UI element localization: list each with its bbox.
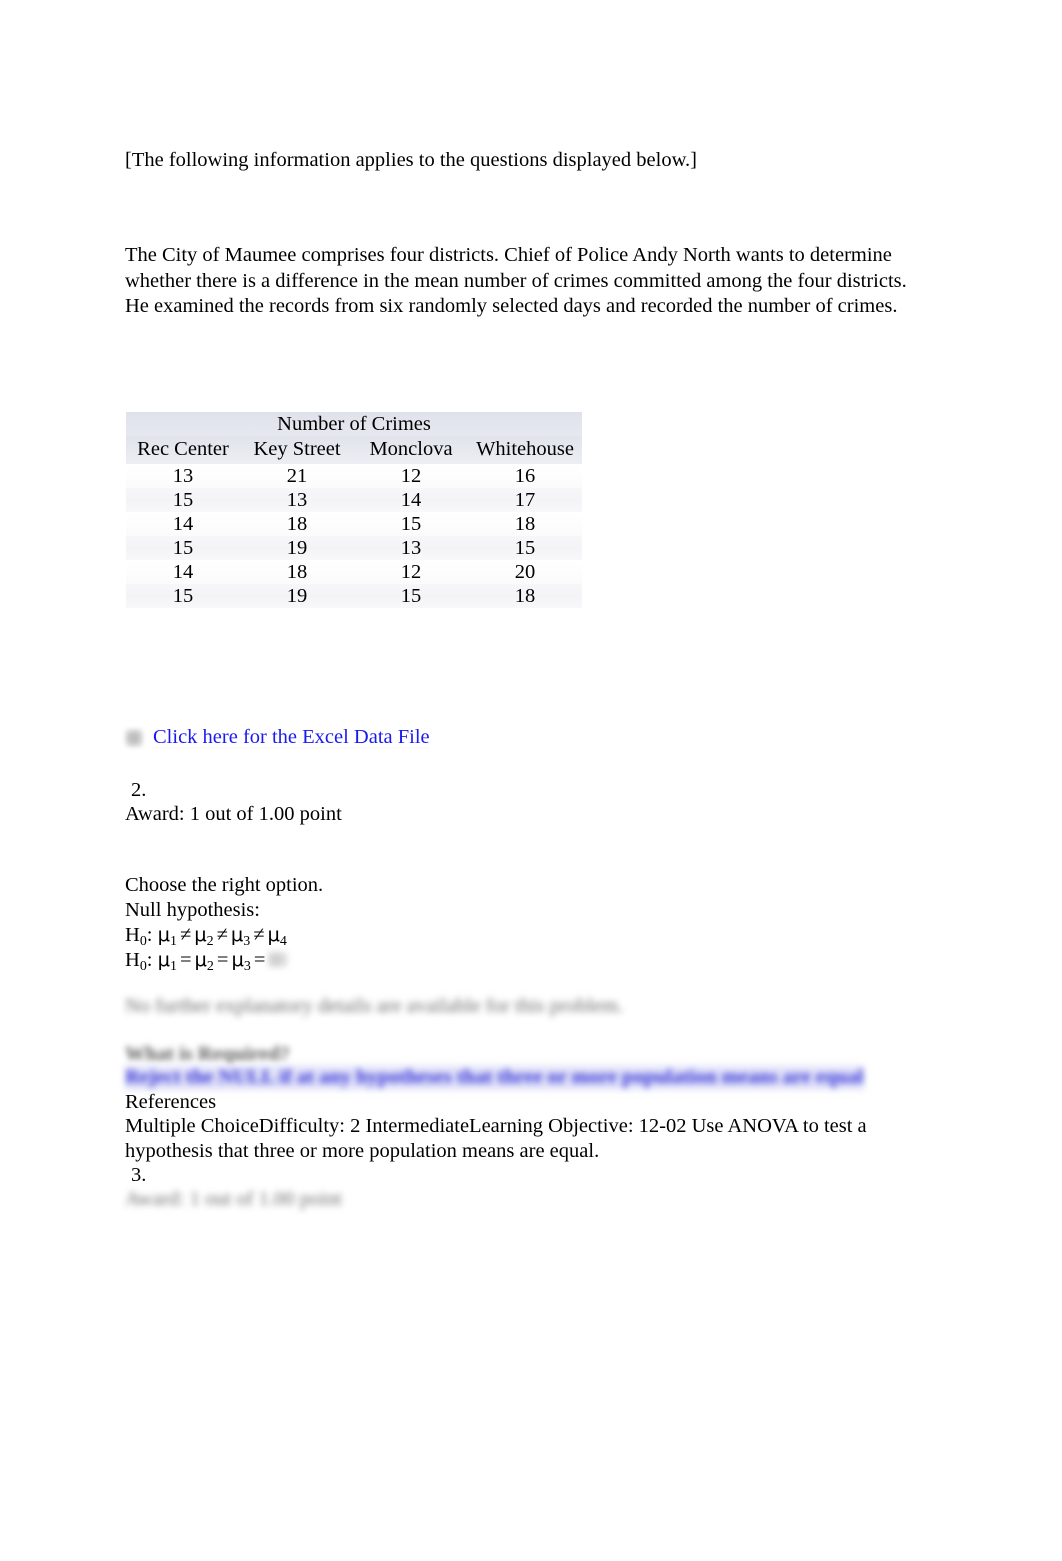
column-header-whitehouse: Whitehouse bbox=[468, 436, 583, 464]
cell: 15 bbox=[126, 584, 240, 608]
table-super-header-row: Number of Crimes bbox=[126, 412, 583, 436]
cell: 13 bbox=[126, 464, 240, 488]
operator-neq: ≠ bbox=[253, 924, 265, 946]
cell: 18 bbox=[240, 512, 354, 536]
operator-neq: ≠ bbox=[216, 924, 228, 946]
excel-data-file-link[interactable]: Click here for the Excel Data File bbox=[153, 726, 430, 749]
cell: 21 bbox=[240, 464, 354, 488]
crimes-table: Number of Crimes Rec Center Key Street M… bbox=[126, 412, 583, 608]
cell: 14 bbox=[126, 512, 240, 536]
cell: 14 bbox=[354, 488, 468, 512]
cell: 18 bbox=[468, 512, 583, 536]
mu-1: μ bbox=[157, 923, 170, 946]
scenario-paragraph: The City of Maumee comprises four distri… bbox=[125, 243, 943, 320]
column-header-rec-center: Rec Center bbox=[126, 436, 240, 464]
cell: 18 bbox=[468, 584, 583, 608]
mu-1-sub: 1 bbox=[170, 958, 177, 974]
cell: 13 bbox=[240, 488, 354, 512]
hypothesis-2-sub: 0 bbox=[139, 958, 147, 974]
operator-eq: = bbox=[253, 949, 266, 971]
hypothesis-1-colon: : bbox=[146, 924, 153, 946]
table-row: 15 13 14 17 bbox=[126, 488, 583, 512]
cell: 19 bbox=[240, 584, 354, 608]
cell: 13 bbox=[354, 536, 468, 560]
cell: 14 bbox=[126, 560, 240, 584]
scenario-line-2: whether there is a difference in the mea… bbox=[125, 269, 907, 292]
cell: 19 bbox=[240, 536, 354, 560]
redacted-mu-4 bbox=[268, 951, 289, 968]
requirement-heading-blurred: What is Required? bbox=[125, 1043, 290, 1065]
cell: 15 bbox=[126, 536, 240, 560]
table-row: 15 19 15 18 bbox=[126, 584, 583, 608]
mu-3: μ bbox=[231, 948, 244, 971]
operator-eq: = bbox=[179, 949, 192, 971]
mu-3-sub: 3 bbox=[243, 958, 251, 974]
reference-metadata: Multiple ChoiceDifficulty: 2 Intermediat… bbox=[125, 1115, 867, 1162]
column-header-monclova: Monclova bbox=[354, 436, 468, 464]
table-super-header: Number of Crimes bbox=[126, 412, 583, 436]
explanation-text-blurred: No further explanatory details are avail… bbox=[125, 995, 624, 1017]
table-row: 14 18 12 20 bbox=[126, 560, 583, 584]
cell: 15 bbox=[354, 584, 468, 608]
table-row: 15 19 13 15 bbox=[126, 536, 583, 560]
mu-3: μ bbox=[230, 923, 244, 946]
cell: 15 bbox=[126, 488, 240, 512]
document-page: [The following information applies to th… bbox=[0, 0, 1062, 1561]
question-3-award-blurred: Award: 1 out of 1.00 point bbox=[125, 1188, 342, 1210]
scenario-line-1: The City of Maumee comprises four distri… bbox=[125, 244, 892, 266]
cell: 18 bbox=[240, 560, 354, 584]
cell: 16 bbox=[468, 464, 583, 488]
mu-2: μ bbox=[194, 948, 207, 971]
cell: 12 bbox=[354, 464, 468, 488]
excel-data-file-row[interactable]: Click here for the Excel Data File bbox=[125, 726, 430, 749]
selected-answer-blurred[interactable]: Reject the NULL if at any hypotheses tha… bbox=[125, 1065, 864, 1090]
question-3-number: 3. bbox=[131, 1164, 147, 1186]
null-hypothesis-label: Null hypothesis: bbox=[125, 899, 260, 921]
column-header-key-street: Key Street bbox=[240, 436, 354, 464]
question-2-award: Award: 1 out of 1.00 point bbox=[125, 803, 342, 825]
cell: 20 bbox=[468, 560, 583, 584]
references-label: References bbox=[125, 1091, 217, 1113]
hypothesis-2-prefix: H bbox=[125, 949, 140, 971]
question-2-prompt: Choose the right option. bbox=[125, 874, 324, 896]
mu-1: μ bbox=[157, 948, 170, 971]
mu-2-sub: 2 bbox=[206, 958, 214, 974]
crimes-table-wrapper: Number of Crimes Rec Center Key Street M… bbox=[126, 412, 583, 608]
scenario-line-3: He examined the records from six randoml… bbox=[125, 295, 898, 317]
spreadsheet-icon bbox=[125, 728, 143, 747]
table-header-row: Rec Center Key Street Monclova Whitehous… bbox=[126, 436, 583, 464]
mu-2: μ bbox=[194, 923, 207, 946]
table-row: 13 21 12 16 bbox=[126, 464, 583, 488]
cell: 15 bbox=[354, 512, 468, 536]
mu-4: μ bbox=[267, 923, 280, 946]
hypothesis-option-2[interactable]: H0: μ1 = μ2 = μ3 = bbox=[125, 947, 289, 980]
cell: 12 bbox=[354, 560, 468, 584]
hypothesis-2-colon: : bbox=[146, 949, 153, 971]
cell: 17 bbox=[468, 488, 583, 512]
operator-eq: = bbox=[216, 949, 229, 971]
intro-note: [The following information applies to th… bbox=[125, 149, 697, 171]
operator-neq: ≠ bbox=[179, 924, 192, 946]
table-row: 14 18 15 18 bbox=[126, 512, 583, 536]
hypothesis-1-prefix: H bbox=[125, 924, 140, 946]
question-2-number: 2. bbox=[131, 779, 147, 801]
cell: 15 bbox=[468, 536, 583, 560]
